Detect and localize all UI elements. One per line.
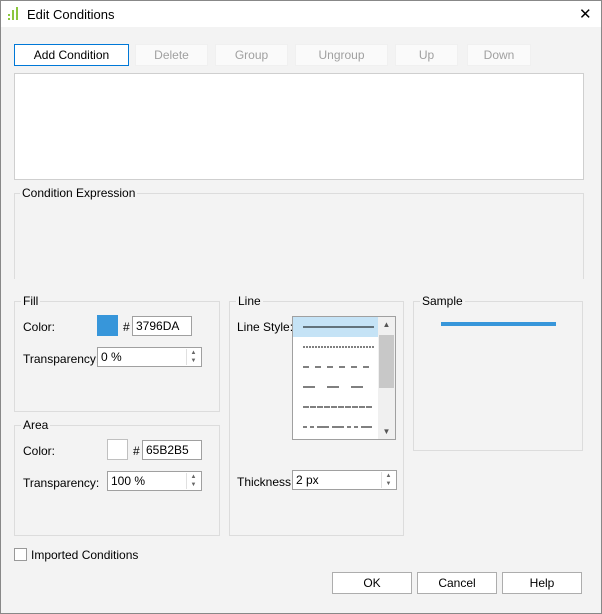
condition-expression-label: Condition Expression — [20, 186, 138, 200]
cancel-button[interactable]: Cancel — [417, 572, 497, 594]
fill-color-swatch[interactable] — [97, 315, 118, 336]
area-transparency-label: Transparency: — [23, 476, 100, 490]
spinner-icon[interactable]: ▲ ▼ — [381, 472, 395, 488]
hash-label: # — [133, 444, 140, 458]
condition-expression-group: Condition Expression — [14, 186, 584, 279]
spinner-icon[interactable]: ▲ ▼ — [186, 473, 200, 489]
up-button[interactable]: Up — [395, 44, 458, 66]
delete-button[interactable]: Delete — [135, 44, 208, 66]
scroll-up-icon[interactable]: ▲ — [378, 320, 395, 329]
spinner-icon[interactable]: ▲ ▼ — [186, 349, 200, 365]
app-icon — [8, 7, 18, 20]
area-color-swatch[interactable] — [107, 439, 128, 460]
line-style-label: Line Style: — [237, 320, 294, 334]
line-style-options[interactable] — [293, 317, 379, 439]
fill-group: Fill Color: # 3796DA Transparency: 0 % ▲ ▼ — [14, 294, 220, 412]
fill-transparency-stepper[interactable]: 0 % ▲ ▼ — [97, 347, 202, 367]
window-title: Edit Conditions — [27, 7, 115, 22]
scroll-down-icon[interactable]: ▼ — [378, 427, 395, 436]
area-group: Area Color: # 65B2B5 Transparency: 100 %… — [14, 418, 220, 536]
sample-group: Sample — [413, 294, 583, 451]
area-label: Area — [21, 418, 51, 432]
thickness-stepper[interactable]: 2 px ▲ ▼ — [292, 470, 397, 490]
help-button[interactable]: Help — [502, 572, 582, 594]
ungroup-button[interactable]: Ungroup — [295, 44, 388, 66]
condition-list[interactable] — [14, 73, 584, 180]
fill-color-label: Color: — [23, 320, 56, 334]
line-label: Line — [236, 294, 263, 308]
imported-conditions-checkbox[interactable] — [14, 548, 27, 561]
hash-label: # — [123, 320, 130, 334]
area-color-input[interactable]: 65B2B5 — [142, 440, 202, 460]
group-button[interactable]: Group — [215, 44, 288, 66]
ok-button[interactable]: OK — [332, 572, 412, 594]
imported-conditions-label: Imported Conditions — [31, 548, 139, 562]
down-button[interactable]: Down — [467, 44, 531, 66]
scrollbar-thumb[interactable] — [379, 335, 394, 388]
scrollbar[interactable]: ▲ ▼ — [378, 317, 395, 439]
thickness-label: Thickness: — [237, 475, 295, 489]
add-condition-button[interactable]: Add Condition — [14, 44, 129, 66]
close-icon[interactable]: ✕ — [579, 5, 592, 23]
sample-line — [441, 322, 556, 326]
line-style-list[interactable]: ▲ ▼ — [292, 316, 396, 440]
sample-label: Sample — [420, 294, 465, 308]
title-bar: Edit Conditions ✕ — [1, 1, 601, 27]
fill-color-input[interactable]: 3796DA — [132, 316, 192, 336]
area-color-label: Color: — [23, 444, 56, 458]
line-group: Line Line Style: ▲ ▼ Thickness: 2 px ▲ ▼ — [229, 294, 404, 536]
area-transparency-stepper[interactable]: 100 % ▲ ▼ — [107, 471, 202, 491]
fill-label: Fill — [21, 294, 41, 308]
fill-transparency-label: Transparency: — [23, 352, 100, 366]
